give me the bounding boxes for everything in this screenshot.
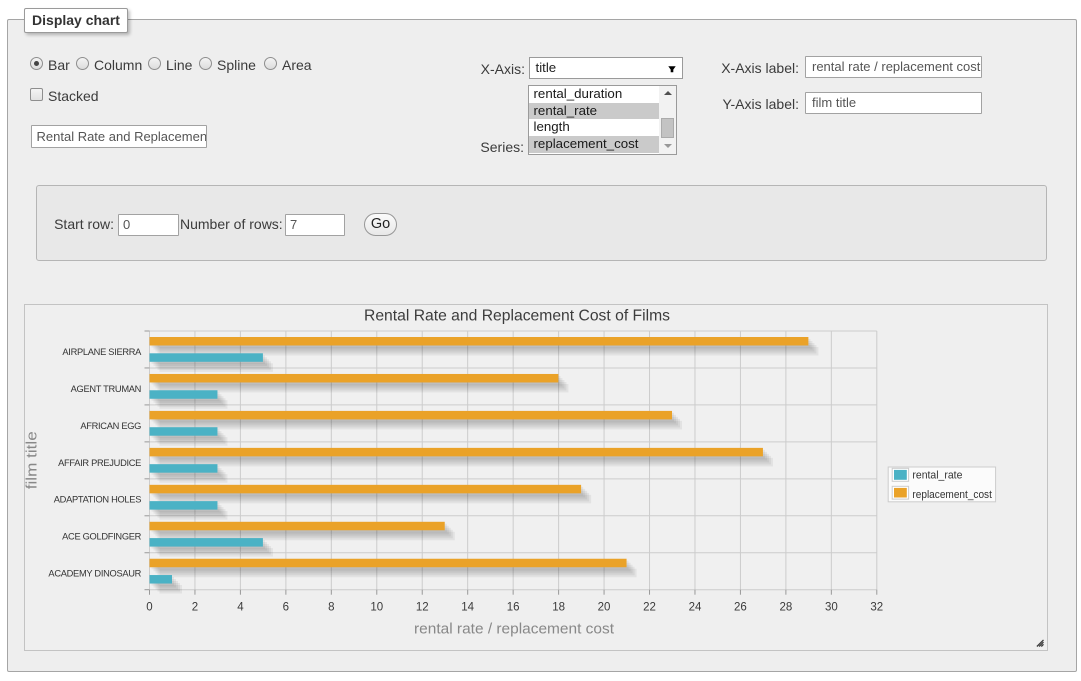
svg-text:26: 26 — [734, 602, 747, 614]
svg-text:10: 10 — [370, 602, 383, 614]
svg-text:ACE GOLDFINGER: ACE GOLDFINGER — [62, 532, 142, 542]
svg-text:32: 32 — [870, 602, 883, 614]
svg-text:Rental Rate and Replacement Co: Rental Rate and Replacement Cost of Film… — [364, 308, 670, 325]
svg-text:AIRPLANE SIERRA: AIRPLANE SIERRA — [62, 347, 142, 357]
svg-text:6: 6 — [283, 602, 289, 614]
svg-text:0: 0 — [146, 602, 152, 614]
svg-text:rental rate / replacement cost: rental rate / replacement cost — [414, 621, 615, 638]
svg-text:20: 20 — [598, 602, 611, 614]
svg-text:AFFAIR PREJUDICE: AFFAIR PREJUDICE — [58, 458, 141, 468]
svg-text:ADAPTATION HOLES: ADAPTATION HOLES — [54, 495, 141, 505]
svg-text:24: 24 — [689, 602, 702, 614]
svg-text:2: 2 — [192, 602, 198, 614]
svg-text:ACADEMY DINOSAUR: ACADEMY DINOSAUR — [48, 569, 141, 579]
svg-text:22: 22 — [643, 602, 656, 614]
svg-text:12: 12 — [416, 602, 429, 614]
svg-text:film title: film title — [25, 431, 40, 489]
svg-text:replacement_cost: replacement_cost — [912, 489, 992, 501]
svg-text:14: 14 — [461, 602, 474, 614]
svg-text:AGENT TRUMAN: AGENT TRUMAN — [71, 384, 141, 394]
svg-text:16: 16 — [507, 602, 520, 614]
svg-text:8: 8 — [328, 602, 334, 614]
svg-text:28: 28 — [779, 602, 792, 614]
svg-text:rental_rate: rental_rate — [912, 470, 962, 482]
svg-text:18: 18 — [552, 602, 565, 614]
svg-text:AFRICAN EGG: AFRICAN EGG — [80, 421, 141, 431]
svg-text:30: 30 — [825, 602, 838, 614]
svg-text:4: 4 — [237, 602, 244, 614]
